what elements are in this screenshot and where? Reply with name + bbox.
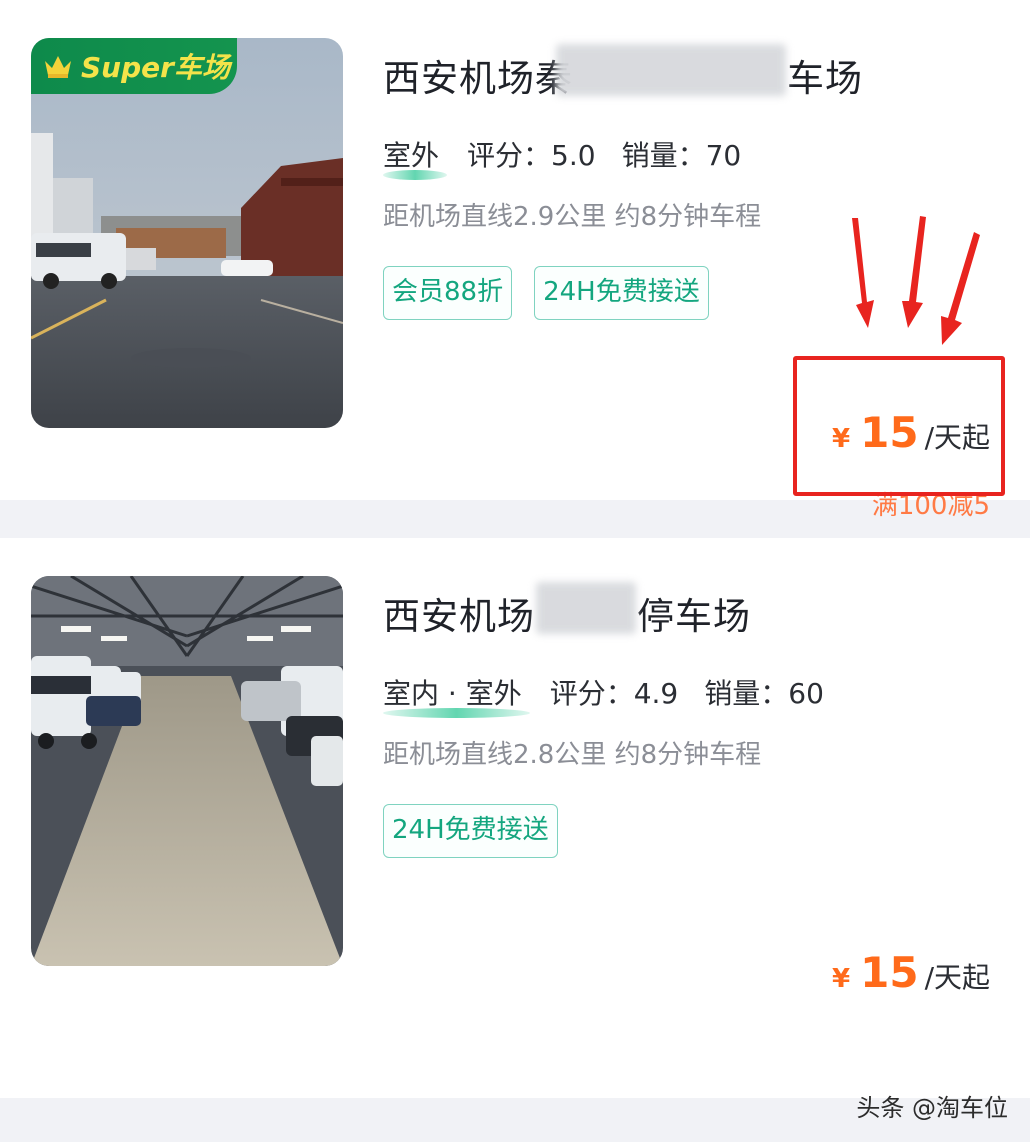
- badge-label: Super车场: [81, 51, 230, 84]
- watermark: 头条 @淘车位: [856, 1094, 1008, 1122]
- sales-count: 销量：60: [704, 677, 824, 710]
- price: ¥ 15 /天起: [832, 948, 990, 997]
- super-parking-badge: Super车场: [31, 38, 237, 94]
- listing-meta: 室外 评分：5.0 销量：70: [383, 134, 767, 180]
- redacted-name-blur: [536, 582, 636, 634]
- price: ¥ 15 /天起: [832, 408, 990, 457]
- outdoor-lot-image: [31, 38, 343, 428]
- redacted-name-blur: [556, 44, 786, 96]
- free-shuttle-tag: 24H免费接送: [534, 266, 709, 320]
- location-type: 室外: [383, 134, 448, 180]
- listing-meta: 室内 · 室外 评分：4.9 销量：60: [383, 672, 850, 718]
- member-discount-tag: 会员88折: [383, 266, 513, 320]
- crown-icon: [45, 56, 71, 78]
- distance-info: 距机场直线2.8公里 约8分钟车程: [383, 740, 762, 770]
- discount-offer: 满100减5: [871, 491, 990, 521]
- tag-list: 会员88折 24H免费接送: [383, 266, 709, 320]
- sales-count: 销量：70: [621, 139, 742, 172]
- parking-lot-photo[interactable]: [31, 576, 343, 966]
- location-type: 室内 · 室外: [383, 672, 530, 718]
- red-arrows-annotation: [852, 216, 980, 345]
- parking-listing-card[interactable]: 西安机场 停车场 室内 · 室外 评分：4.9 销量：60 距机场直线2.8公里 …: [0, 538, 1030, 1098]
- indoor-garage-image: [31, 576, 343, 966]
- tag-list: 24H免费接送: [383, 804, 558, 858]
- rating: 评分：4.9: [549, 677, 679, 710]
- free-shuttle-tag: 24H免费接送: [383, 804, 558, 858]
- parking-lot-photo[interactable]: Super车场: [31, 38, 343, 428]
- rating: 评分：5.0: [467, 139, 596, 172]
- distance-info: 距机场直线2.9公里 约8分钟车程: [383, 202, 762, 232]
